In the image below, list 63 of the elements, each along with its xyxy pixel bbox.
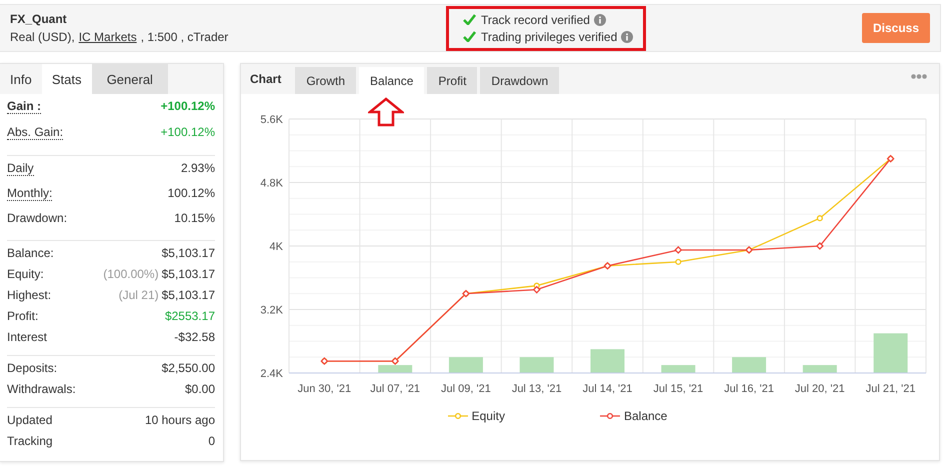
legend-label[interactable]: Balance [624,409,668,423]
x-axis-label: Jul 07, '21 [370,383,420,394]
stat-label: Equity: [7,267,44,281]
chart-tab[interactable]: Drawdown [480,67,560,94]
stat-value: $5,103.17 [162,267,215,281]
broker-link[interactable]: IC Markets [78,30,137,44]
stat-value: 10.15% [174,211,215,225]
stat-value: $2,550.00 [162,361,215,375]
stat-value: $0.00 [184,382,215,396]
y-axis-label: 4K [270,241,283,253]
verification-label: Trading privileges verified [481,30,618,44]
stat-label: Highest: [7,288,52,302]
x-axis-label: Jul 14, '21 [582,383,632,394]
verification-label: Track record verified [481,12,590,26]
stat-value: 0 [208,434,215,448]
x-axis-label: Jul 16, '21 [724,383,774,394]
y-axis-label: 2.4K [260,368,283,380]
stat-value: +100.12% [160,99,215,113]
stat-value: $5,103.17 [162,246,215,260]
stat-note: (100.00%) [103,267,159,281]
stat-label: Tracking [7,434,53,448]
account-name: FX_Quant [10,12,68,26]
y-axis-label: 3.2K [260,304,283,316]
y-axis-label: 5.6K [260,114,283,126]
stat-label: Abs. Gain: [7,125,64,140]
stat-note: (Jul 21) [118,288,159,302]
x-axis-label: Jul 13, '21 [512,383,562,394]
stat-value: 10 hours ago [144,413,215,427]
chart-tab[interactable]: Profit [427,67,478,94]
x-axis-label: Jul 21, '21 [866,383,916,394]
info-icon[interactable] [621,30,634,42]
stat-label: Interest [7,330,48,344]
stat-value: 100.12% [168,186,215,200]
x-axis-label: Jun 30, '21 [298,383,352,394]
y-axis-label: 4.8K [260,178,283,190]
stat-label: Profit: [7,309,38,323]
stat-label: Gain : [7,99,42,114]
stat-label: Daily [7,161,34,176]
stat-label: Balance: [7,246,54,260]
stat-label: Updated [7,413,52,427]
info-icon[interactable] [594,14,606,26]
stat-label: Drawdown: [7,211,68,225]
stats-tab[interactable]: General [92,64,168,94]
legend-label[interactable]: Equity [472,409,505,423]
x-axis-label: Jul 20, '21 [794,383,845,394]
account-type: Real (USD), [10,30,75,44]
chart-tab[interactable]: Balance [359,67,424,94]
stat-value: +100.12% [160,125,215,139]
account-details: , 1:500 , cTrader [140,30,228,44]
stat-label: Deposits: [7,361,58,375]
chart-title: Chart [249,72,282,88]
chart-tab[interactable]: Growth [295,67,356,94]
stat-value: 2.93% [180,161,215,175]
stat-value: $2553.17 [164,309,215,323]
stats-tab[interactable]: Stats [42,64,92,94]
stats-tab[interactable]: Info [0,64,42,94]
x-axis-label: Jul 15, '21 [653,383,704,394]
stat-label: Monthly: [7,186,52,201]
x-axis-label: Jul 09, '21 [441,383,491,394]
stat-value: $5,103.17 [162,288,215,302]
more-icon[interactable] [911,74,927,79]
stat-value: -$32.58 [174,330,215,344]
stat-label: Withdrawals: [7,382,76,396]
